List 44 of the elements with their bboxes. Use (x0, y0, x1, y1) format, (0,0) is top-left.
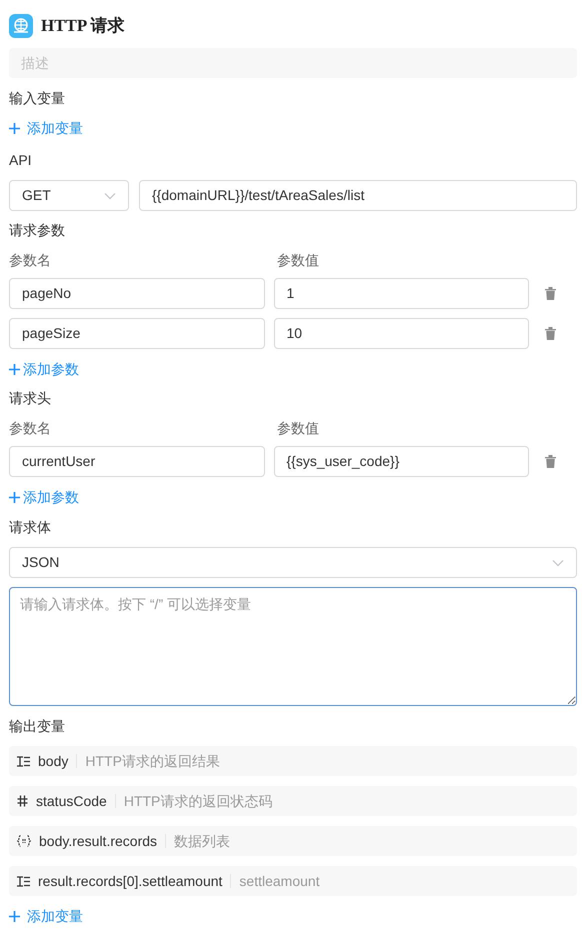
parameter-name-field[interactable]: pageSize (9, 318, 264, 349)
variable-name: body (38, 752, 68, 771)
parameter-value-field[interactable]: 1 (274, 278, 529, 309)
plus-icon (9, 364, 20, 374)
column-header: 参数名 (9, 419, 52, 438)
trash-icon[interactable] (544, 327, 556, 340)
body-format-select[interactable]: JSON (9, 547, 577, 578)
text-type-icon (17, 756, 30, 766)
url-field[interactable]: {{domainURL}}/test/tAreaSales/list (139, 180, 577, 211)
plus-icon (9, 910, 20, 922)
section-label: 请求体 (9, 518, 52, 537)
plus-icon (9, 122, 20, 134)
variable-name: statusCode (36, 792, 107, 810)
variable-description: HTTP请求的返回状态码 (124, 792, 272, 810)
text-type-icon (17, 876, 30, 886)
column-header: 参数名 (9, 251, 52, 270)
header-value-field[interactable]: {{sys_user_code}} (274, 446, 529, 477)
section-label: 输出变量 (9, 717, 66, 736)
section-label: 输入变量 (9, 89, 66, 108)
parameter-name-field[interactable]: pageNo (9, 278, 264, 309)
method-select[interactable]: GET (9, 180, 129, 211)
node-title: HTTP 请求 (41, 15, 125, 38)
chevron-down-icon (104, 192, 116, 200)
variable-name: result.records[0].settleamount (38, 872, 222, 891)
section-label: 请求头 (9, 389, 52, 408)
chevron-down-icon (552, 558, 564, 566)
parameter-value-field[interactable]: 10 (274, 318, 529, 349)
braces-icon (17, 835, 31, 847)
variable-description: 数据列表 (174, 832, 230, 850)
section-label: API (9, 151, 33, 170)
header-name-field[interactable]: currentUser (9, 446, 264, 477)
section-label: 请求参数 (9, 221, 66, 240)
column-header: 参数值 (277, 419, 319, 438)
trash-icon[interactable] (544, 287, 556, 300)
variable-name: body.result.records (39, 832, 158, 851)
request-body-field[interactable]: 请输入请求体。按下 “/” 可以选择变量 (9, 587, 577, 706)
trash-icon[interactable] (544, 455, 556, 468)
variable-description: HTTP请求的返回结果 (85, 752, 220, 770)
description-field[interactable]: 描述 (9, 48, 577, 78)
column-header: 参数值 (277, 251, 319, 270)
globe-icon (9, 14, 33, 38)
hash-icon (17, 795, 28, 807)
plus-icon (9, 492, 20, 502)
variable-description: settleamount (239, 872, 320, 890)
